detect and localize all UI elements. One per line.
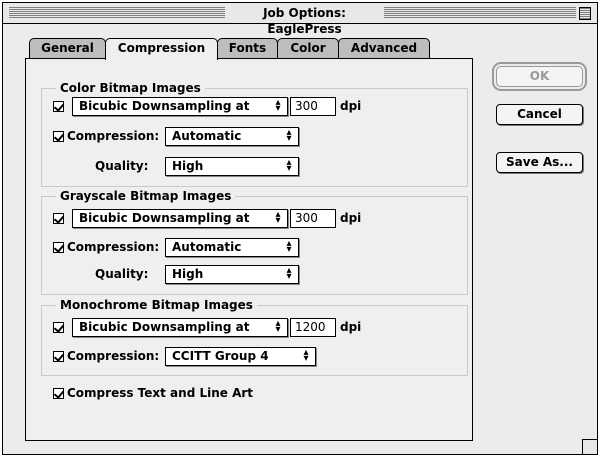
tab-color[interactable]: Color: [277, 38, 339, 58]
popup-arrows-icon: ▴ ▾: [286, 238, 292, 255]
grayscale-quality-label: Quality:: [95, 267, 149, 281]
popup-arrows-icon: ▴ ▾: [275, 97, 281, 114]
grayscale-compression-checkbox[interactable]: [53, 242, 64, 253]
popup-arrows-icon: ▴ ▾: [303, 347, 309, 364]
monochrome-compression-label: Compression:: [67, 349, 160, 363]
grayscale-unit-label: dpi: [340, 211, 362, 225]
monochrome-compression-popup[interactable]: CCITT Group 4 ▴ ▾: [165, 347, 316, 366]
grayscale-bitmap-title: Grayscale Bitmap Images: [56, 189, 236, 203]
color-compression-value: Automatic: [172, 129, 242, 143]
popup-arrows-icon: ▴ ▾: [286, 157, 292, 174]
color-downsampling-checkbox[interactable]: [53, 101, 64, 112]
color-compression-checkbox[interactable]: [53, 131, 64, 142]
monochrome-bitmap-title: Monochrome Bitmap Images: [56, 298, 257, 312]
popup-arrows-icon: ▴ ▾: [286, 265, 292, 282]
monochrome-downsampling-checkbox[interactable]: [53, 322, 64, 333]
tab-compression[interactable]: Compression: [105, 38, 218, 60]
color-resolution-field[interactable]: 300: [290, 97, 336, 116]
color-quality-popup[interactable]: High ▴ ▾: [165, 157, 299, 176]
title-bar-stripes-left: [9, 7, 225, 19]
collapse-box-icon[interactable]: [579, 7, 591, 20]
popup-arrows-icon: ▴ ▾: [275, 318, 281, 335]
grayscale-downsampling-checkbox[interactable]: [53, 213, 64, 224]
grayscale-quality-value: High: [172, 267, 204, 281]
grayscale-resolution-field[interactable]: 300: [290, 209, 336, 228]
monochrome-resolution-field[interactable]: 1200: [290, 318, 336, 337]
monochrome-downsampling-value: Bicubic Downsampling at: [79, 320, 250, 334]
color-quality-label: Quality:: [95, 159, 149, 173]
color-compression-popup[interactable]: Automatic ▴ ▾: [165, 127, 299, 146]
ok-button[interactable]: OK: [492, 62, 587, 91]
grayscale-quality-popup[interactable]: High ▴ ▾: [165, 265, 299, 284]
color-downsampling-popup[interactable]: Bicubic Downsampling at ▴ ▾: [72, 97, 288, 116]
grayscale-compression-popup[interactable]: Automatic ▴ ▾: [165, 238, 299, 257]
job-options-window: Job Options: EaglePress General Compress…: [2, 2, 598, 455]
compression-panel: Color Bitmap Images Bicubic Downsampling…: [25, 58, 473, 441]
monochrome-downsampling-popup[interactable]: Bicubic Downsampling at ▴ ▾: [72, 318, 288, 337]
grayscale-downsampling-popup[interactable]: Bicubic Downsampling at ▴ ▾: [72, 209, 288, 228]
tab-general[interactable]: General: [29, 38, 106, 58]
popup-arrows-icon: ▴ ▾: [275, 209, 281, 226]
color-unit-label: dpi: [340, 99, 362, 113]
grayscale-compression-value: Automatic: [172, 240, 242, 254]
tab-advanced[interactable]: Advanced: [338, 38, 430, 58]
color-bitmap-title: Color Bitmap Images: [56, 81, 205, 95]
monochrome-unit-label: dpi: [340, 320, 362, 334]
color-compression-label: Compression:: [67, 129, 160, 143]
tab-fonts[interactable]: Fonts: [217, 38, 278, 58]
popup-arrows-icon: ▴ ▾: [286, 127, 292, 144]
monochrome-compression-value: CCITT Group 4: [172, 349, 269, 363]
compress-text-checkbox[interactable]: [53, 388, 64, 399]
title-bar-stripes-right: [384, 7, 576, 19]
compress-text-label: Compress Text and Line Art: [67, 386, 254, 400]
grayscale-downsampling-value: Bicubic Downsampling at: [79, 211, 250, 225]
color-downsampling-value: Bicubic Downsampling at: [79, 99, 250, 113]
color-quality-value: High: [172, 159, 204, 173]
save-as-button[interactable]: Save As...: [496, 152, 583, 173]
window-title: Job Options: EaglePress: [225, 5, 384, 36]
monochrome-compression-checkbox[interactable]: [53, 351, 64, 362]
grayscale-compression-label: Compression:: [67, 240, 160, 254]
resize-grip-icon[interactable]: [582, 439, 597, 454]
cancel-button[interactable]: Cancel: [496, 104, 583, 125]
title-bar[interactable]: Job Options: EaglePress: [3, 3, 597, 36]
